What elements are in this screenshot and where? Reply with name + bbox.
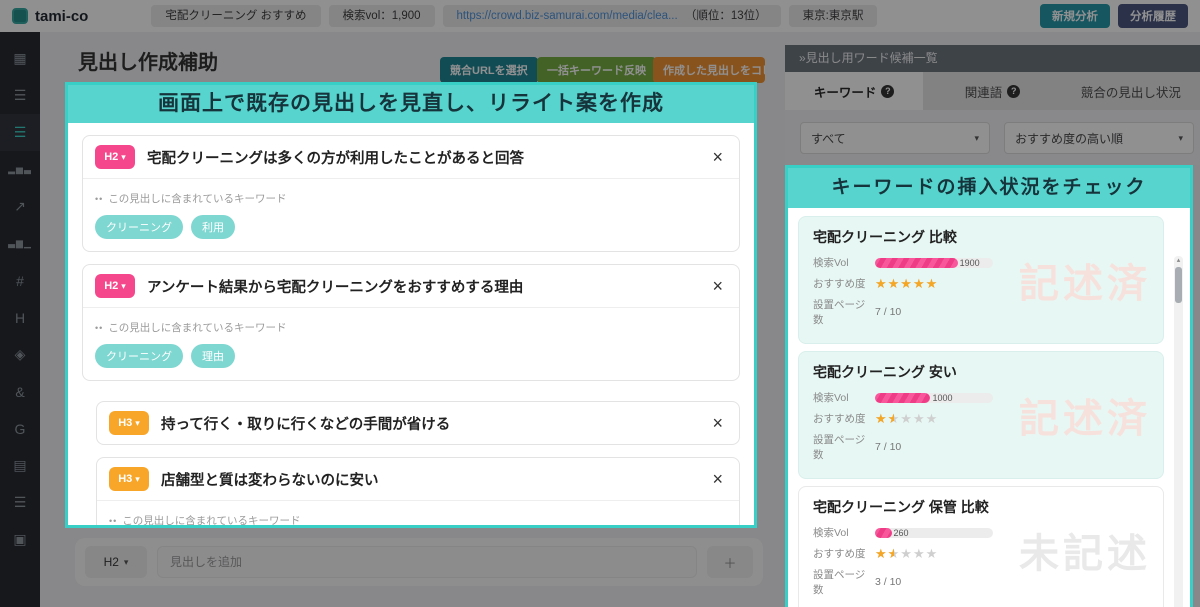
keyword-name: 宅配クリーニング 比較 xyxy=(813,227,1149,247)
recommend-label: おすすめ度 xyxy=(813,276,875,291)
contained-keywords-label: •• この見出しに含まれているキーワード xyxy=(95,191,727,206)
search-vol-label: 検索Vol xyxy=(813,525,875,540)
keywords-icon: •• xyxy=(109,516,117,526)
heading-card: H3 ▾ 店舗型と質は変わらないのに安い × •• この見出しに含まれているキー… xyxy=(96,457,740,525)
heading-editor-callout: 画面上で既存の見出しを見直し、リライト案を作成 H2 ▾ 宅配クリーニングは多く… xyxy=(65,82,757,528)
pages-value: 7 / 10 xyxy=(875,441,901,453)
heading-level-value: H3 xyxy=(118,473,132,485)
search-vol-value: 260 xyxy=(894,528,909,538)
heading-level-badge[interactable]: H2 ▾ xyxy=(95,145,135,169)
pages-label: 設置ページ数 xyxy=(813,567,875,597)
scroll-up-icon[interactable]: ▴ xyxy=(1174,256,1183,264)
heading-cards-list: H2 ▾ 宅配クリーニングは多くの方が利用したことがあると回答 × •• この見… xyxy=(68,123,754,525)
search-vol-bar-fill xyxy=(875,393,930,403)
chevron-down-icon: ▾ xyxy=(121,152,126,163)
heading-title[interactable]: 宅配クリーニングは多くの方が利用したことがあると回答 xyxy=(147,147,696,168)
pages-value: 7 / 10 xyxy=(875,306,901,318)
search-vol-label: 検索Vol xyxy=(813,255,875,270)
heading-level-badge[interactable]: H3 ▾ xyxy=(109,467,149,491)
star-rating: ★★★★★ ★★★★★ xyxy=(875,277,938,290)
app-window: tami-co 宅配クリーニング おすすめ 検索vol：1,900 https:… xyxy=(0,0,1200,607)
heading-level-badge[interactable]: H2 ▾ xyxy=(95,274,135,298)
heading-card: H2 ▾ 宅配クリーニングは多くの方が利用したことがあると回答 × •• この見… xyxy=(82,135,740,252)
close-icon[interactable]: × xyxy=(708,277,727,295)
keywords-icon: •• xyxy=(95,194,103,204)
keyword-chip[interactable]: 理由 xyxy=(191,344,235,368)
search-vol-bar-fill xyxy=(875,528,892,538)
heading-level-value: H3 xyxy=(118,417,132,429)
search-vol-value: 1000 xyxy=(932,393,952,403)
keyword-status-callout: キーワードの挿入状況をチェック 宅配クリーニング 比較 検索Vol 1900 お… xyxy=(785,165,1193,607)
chevron-down-icon: ▾ xyxy=(135,418,140,429)
star-rating: ★★★★★ ★★★★★ xyxy=(875,412,938,425)
heading-editor-callout-title: 画面上で既存の見出しを見直し、リライト案を作成 xyxy=(68,85,754,123)
search-vol-bar: 260 xyxy=(875,528,993,538)
keywords-icon: •• xyxy=(95,323,103,333)
close-icon[interactable]: × xyxy=(708,470,727,488)
heading-card: H3 ▾ 持って行く・取りに行くなどの手間が省ける × xyxy=(96,401,740,445)
heading-card: H2 ▾ アンケート結果から宅配クリーニングをおすすめする理由 × •• この見… xyxy=(82,264,740,381)
heading-level-badge[interactable]: H3 ▾ xyxy=(109,411,149,435)
keyword-card[interactable]: 宅配クリーニング 安い 検索Vol 1000 おすすめ度 ★★★★★ ★★★★★ xyxy=(798,351,1164,479)
recommend-label: おすすめ度 xyxy=(813,411,875,426)
pages-label: 設置ページ数 xyxy=(813,297,875,327)
search-vol-bar: 1000 xyxy=(875,393,993,403)
chevron-down-icon: ▾ xyxy=(121,281,126,292)
keyword-card[interactable]: 宅配クリーニング 保管 比較 検索Vol 260 おすすめ度 ★★★★★ ★★★… xyxy=(798,486,1164,607)
heading-level-value: H2 xyxy=(104,151,118,163)
contained-keywords-label: •• この見出しに含まれているキーワード xyxy=(109,513,727,525)
pages-value: 3 / 10 xyxy=(875,576,901,588)
keyword-chip[interactable]: クリーニング xyxy=(95,344,183,368)
heading-level-value: H2 xyxy=(104,280,118,292)
chevron-down-icon: ▾ xyxy=(135,474,140,485)
heading-title[interactable]: 店舗型と質は変わらないのに安い xyxy=(161,469,696,490)
search-vol-value: 1900 xyxy=(960,258,980,268)
search-vol-bar-fill xyxy=(875,258,958,268)
keyword-name: 宅配クリーニング 安い xyxy=(813,362,1149,382)
keyword-card[interactable]: 宅配クリーニング 比較 検索Vol 1900 おすすめ度 ★★★★★ ★★★★★ xyxy=(798,216,1164,344)
contained-keywords-label: •• この見出しに含まれているキーワード xyxy=(95,320,727,335)
scrollbar-thumb[interactable] xyxy=(1175,267,1182,303)
star-rating: ★★★★★ ★★★★★ xyxy=(875,547,938,560)
search-vol-label: 検索Vol xyxy=(813,390,875,405)
keyword-list: 宅配クリーニング 比較 検索Vol 1900 おすすめ度 ★★★★★ ★★★★★ xyxy=(788,208,1190,607)
heading-title[interactable]: 持って行く・取りに行くなどの手間が省ける xyxy=(161,413,696,434)
close-icon[interactable]: × xyxy=(708,148,727,166)
scrollbar[interactable]: ▴ xyxy=(1174,256,1183,607)
keyword-name: 宅配クリーニング 保管 比較 xyxy=(813,497,1149,517)
close-icon[interactable]: × xyxy=(708,414,727,432)
recommend-label: おすすめ度 xyxy=(813,546,875,561)
keyword-status-callout-title: キーワードの挿入状況をチェック xyxy=(788,168,1190,208)
pages-label: 設置ページ数 xyxy=(813,432,875,462)
search-vol-bar: 1900 xyxy=(875,258,993,268)
keyword-chip[interactable]: 利用 xyxy=(191,215,235,239)
heading-title[interactable]: アンケート結果から宅配クリーニングをおすすめする理由 xyxy=(147,276,696,297)
keyword-chip[interactable]: クリーニング xyxy=(95,215,183,239)
